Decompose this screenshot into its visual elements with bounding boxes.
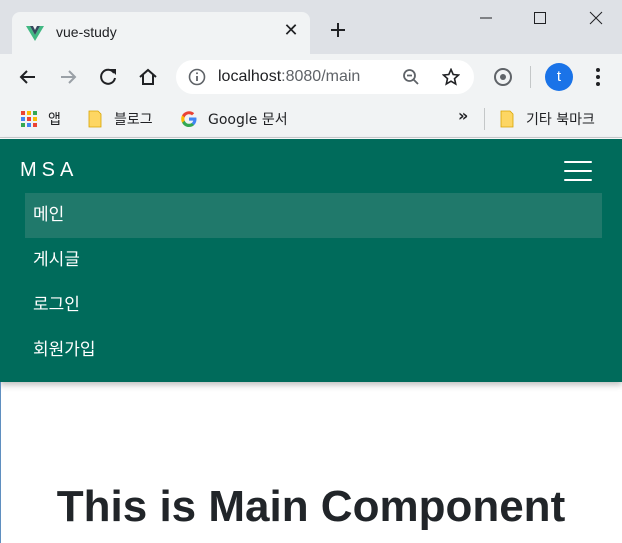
apps-grid-icon xyxy=(21,111,37,127)
info-icon[interactable] xyxy=(188,68,206,86)
browser-tab[interactable]: vue-study ✕ xyxy=(12,12,310,54)
sync-extension-icon[interactable] xyxy=(492,66,514,88)
tab-close-icon[interactable]: ✕ xyxy=(282,22,300,40)
bookmarks-overflow-button[interactable]: » xyxy=(458,106,468,125)
browser-titlebar: vue-study ✕ xyxy=(0,0,622,54)
navbar-brand[interactable]: MSA xyxy=(20,159,78,182)
toolbar-divider xyxy=(530,66,531,88)
reload-icon[interactable] xyxy=(97,66,119,88)
hamburger-bar xyxy=(564,161,592,163)
vue-logo-icon xyxy=(26,26,44,41)
minimize-icon[interactable] xyxy=(478,10,494,26)
bookmark-other[interactable]: 기타 북마크 xyxy=(498,108,595,130)
google-g-icon xyxy=(181,111,197,127)
nav-item-posts[interactable]: 게시글 xyxy=(25,238,602,283)
bookmarks-divider xyxy=(484,108,485,130)
folder-icon xyxy=(88,110,102,128)
window-close-icon[interactable] xyxy=(588,10,604,26)
zoom-icon[interactable] xyxy=(402,68,420,86)
address-bar[interactable]: localhost:8080/main xyxy=(176,60,474,94)
new-tab-icon[interactable] xyxy=(328,20,348,40)
hamburger-menu-icon[interactable] xyxy=(564,161,592,181)
back-arrow-icon[interactable] xyxy=(17,66,39,88)
tab-title: vue-study xyxy=(56,24,117,40)
bookmark-apps[interactable]: 앱 xyxy=(20,108,61,130)
bookmark-blog[interactable]: 블로그 xyxy=(86,108,153,130)
folder-icon xyxy=(500,110,514,128)
bookmark-google-docs-label: Google 문서 xyxy=(208,112,288,128)
hamburger-bar xyxy=(564,170,592,172)
page-title: This is Main Component xyxy=(56,482,566,531)
home-icon[interactable] xyxy=(137,66,159,88)
nav-item-signup[interactable]: 회원가입 xyxy=(25,328,602,373)
browser-toolbar: localhost:8080/main t xyxy=(0,54,622,100)
maximize-icon[interactable] xyxy=(532,10,548,26)
profile-avatar[interactable]: t xyxy=(545,63,573,91)
kebab-menu-icon[interactable] xyxy=(588,66,608,88)
hamburger-bar xyxy=(564,179,592,181)
navbar: MSA 메인 게시글 로그인 회원가입 xyxy=(0,139,622,382)
bookmarks-bar: 앱 블로그 Google 문서 기타 북마크 xyxy=(0,100,622,138)
bookmark-other-label: 기타 북마크 xyxy=(526,112,595,128)
forward-arrow-icon[interactable] xyxy=(57,66,79,88)
bookmark-blog-label: 블로그 xyxy=(114,112,153,128)
url-text[interactable]: localhost:8080/main xyxy=(218,68,360,86)
url-host: localhost xyxy=(218,68,282,85)
bookmark-star-icon[interactable] xyxy=(442,68,460,86)
url-path: :8080/main xyxy=(281,68,361,85)
bookmark-apps-label: 앱 xyxy=(48,112,61,128)
nav-item-login[interactable]: 로그인 xyxy=(25,283,602,328)
nav-item-main[interactable]: 메인 xyxy=(25,193,602,238)
bookmark-google-docs[interactable]: Google 문서 xyxy=(180,108,288,130)
